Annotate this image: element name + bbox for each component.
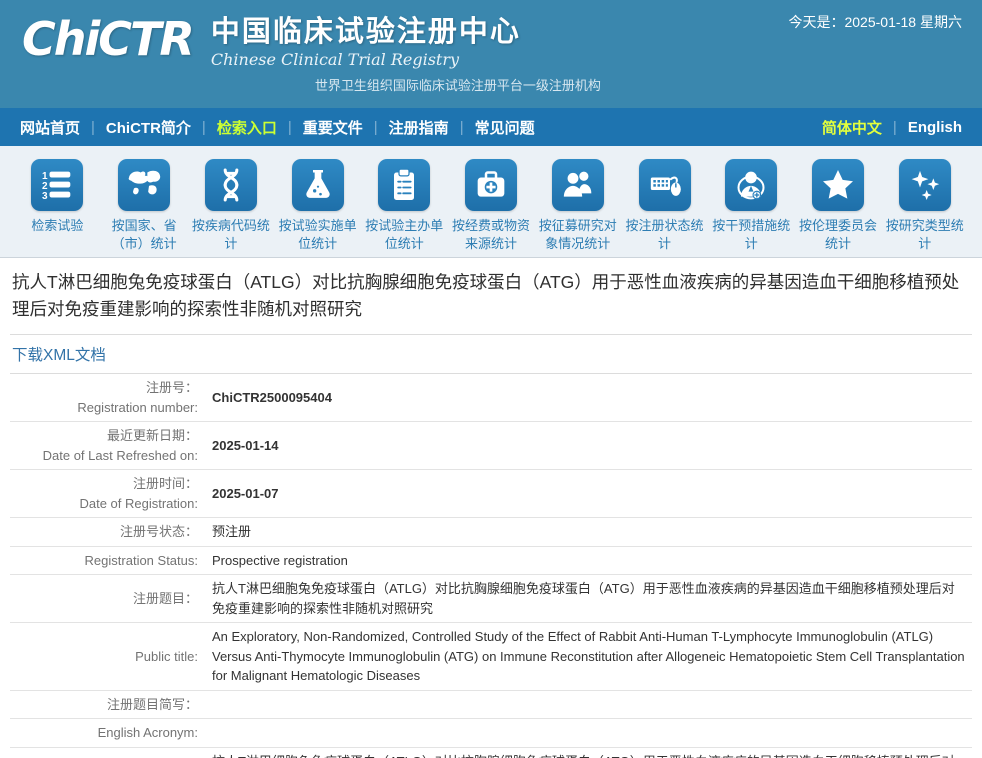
table-row: Registration Status: Prospective registra… — [10, 547, 972, 576]
row-value: 预注册 — [212, 522, 972, 542]
row-value: ChiCTR2500095404 — [212, 388, 972, 408]
quicklink-label: 按伦理委员会统计 — [795, 217, 882, 252]
keyboard-mouse-icon — [639, 159, 691, 211]
nav-separator: | — [288, 119, 292, 136]
medical-bag-icon — [465, 159, 517, 211]
row-value: 抗人T淋巴细胞兔免疫球蛋白（ATLG）对比抗胸腺细胞免疫球蛋白（ATG）用于恶性… — [212, 752, 972, 758]
table-row: 注册号：Registration number: ChiCTR2500095404 — [10, 374, 972, 422]
nav-item-2[interactable]: 检索入口 — [217, 117, 277, 138]
table-row: 注册号状态： 预注册 — [10, 518, 972, 547]
quicklink-6[interactable]: 按征募研究对象情况统计 — [534, 159, 621, 257]
nav-separator: | — [460, 119, 464, 136]
quicklink-label: 按征募研究对象情况统计 — [534, 217, 621, 252]
table-row: English Acronym: — [10, 719, 972, 748]
table-row: 注册题目： 抗人T淋巴细胞兔免疫球蛋白（ATLG）对比抗胸腺细胞免疫球蛋白（ATG… — [10, 575, 972, 623]
quicklink-label: 检索试验 — [14, 217, 101, 235]
quicklink-10[interactable]: 按研究类型统计 — [881, 159, 968, 257]
table-row: 注册时间：Date of Registration: 2025-01-07 — [10, 470, 972, 518]
list-numbered-icon: 123 — [31, 159, 83, 211]
row-value — [212, 695, 972, 714]
nav-separator: | — [893, 119, 897, 136]
row-label: Date of Last Refreshed on: — [10, 446, 198, 466]
quicklink-label: 按国家、省（市）统计 — [101, 217, 188, 252]
row-label: 注册号状态： — [10, 522, 198, 542]
clipboard-icon — [378, 159, 430, 211]
quicklink-label: 按干预措施统计 — [708, 217, 795, 252]
quicklink-label: 按注册状态统计 — [621, 217, 708, 252]
flask-icon — [292, 159, 344, 211]
quicklink-4[interactable]: 按试验主办单位统计 — [361, 159, 448, 257]
quicklink-1[interactable]: 按国家、省（市）统计 — [101, 159, 188, 257]
main-nav: 网站首页 | ChiCTR简介 | 检索入口 | 重要文件 | 注册指南 | 常见问题 简体中文 | E… — [0, 108, 982, 146]
quicklink-8[interactable]: 按干预措施统计 — [708, 159, 795, 257]
site-subtitle: 世界卫生组织国际临床试验注册平台一级注册机构 — [315, 75, 601, 94]
quicklink-label: 按疾病代码统计 — [187, 217, 274, 252]
quicklink-5[interactable]: 按经费或物资来源统计 — [448, 159, 535, 257]
row-label: 注册时间： — [10, 474, 198, 494]
lang-link-1[interactable]: English — [908, 119, 962, 136]
nav-separator: | — [91, 119, 95, 136]
nav-item-3[interactable]: 重要文件 — [303, 117, 363, 138]
row-label: Registration Status: — [10, 551, 198, 571]
language-switcher: 简体中文 | English — [822, 117, 962, 138]
nav-item-5[interactable]: 常见问题 — [475, 117, 535, 138]
quicklink-2[interactable]: 按疾病代码统计 — [187, 159, 274, 257]
site-header: ChiCTR 中国临床试验注册中心 Chinese Clinical Trial… — [0, 0, 982, 108]
quicklink-label: 按经费或物资来源统计 — [448, 217, 535, 252]
row-value: 2025-01-07 — [212, 484, 972, 504]
world-map-icon — [118, 159, 170, 211]
row-label: Public title: — [10, 647, 198, 667]
row-value: 抗人T淋巴细胞兔免疫球蛋白（ATLG）对比抗胸腺细胞免疫球蛋白（ATG）用于恶性… — [212, 579, 972, 618]
nav-item-1[interactable]: ChiCTR简介 — [106, 117, 191, 138]
quicklink-label: 按试验实施单位统计 — [274, 217, 361, 252]
nav-item-0[interactable]: 网站首页 — [20, 117, 80, 138]
site-title-cn: 中国临床试验注册中心 — [211, 16, 601, 49]
chictr-logo[interactable]: ChiCTR — [22, 16, 193, 62]
people-icon — [552, 159, 604, 211]
row-label: 最近更新日期： — [10, 426, 198, 446]
row-label: Date of Registration: — [10, 494, 198, 514]
row-label: Registration number: — [10, 398, 198, 418]
today-date: 今天是：2025-01-18 星期六 — [788, 12, 962, 32]
row-label: 注册号： — [10, 378, 198, 398]
quicklink-9[interactable]: 按伦理委员会统计 — [795, 159, 882, 257]
table-row: 最近更新日期：Date of Last Refreshed on: 2025-01… — [10, 422, 972, 470]
trial-title: 抗人T淋巴细胞兔免疫球蛋白（ATLG）对比抗胸腺细胞免疫球蛋白（ATG）用于恶性… — [10, 258, 972, 335]
row-label: 注册题目简写： — [10, 695, 198, 715]
row-value: 2025-01-14 — [212, 436, 972, 456]
dna-icon — [205, 159, 257, 211]
main-content: 抗人T淋巴细胞兔免疫球蛋白（ATLG）对比抗胸腺细胞免疫球蛋白（ATG）用于恶性… — [0, 258, 982, 758]
row-label: 注册题目： — [10, 589, 198, 609]
quicklinks-bar: 123 检索试验按国家、省（市）统计按疾病代码统计按试验实施单位统计按试验主办单位… — [0, 146, 982, 258]
xml-download-row: 下载XML文档 — [10, 335, 972, 374]
row-value — [212, 724, 972, 743]
site-title-block: 中国临床试验注册中心 Chinese Clinical Trial Regist… — [211, 16, 601, 94]
lang-link-0[interactable]: 简体中文 — [822, 117, 882, 138]
quicklink-3[interactable]: 按试验实施单位统计 — [274, 159, 361, 257]
nav-separator: | — [374, 119, 378, 136]
nav-separator: | — [202, 119, 206, 136]
table-row: Public title: An Exploratory, Non-Randomi… — [10, 623, 972, 691]
doctor-icon — [725, 159, 777, 211]
sparkles-icon — [899, 159, 951, 211]
row-label: English Acronym: — [10, 723, 198, 743]
trial-detail-table: 注册号：Registration number: ChiCTR2500095404… — [10, 374, 972, 758]
quicklink-7[interactable]: 按注册状态统计 — [621, 159, 708, 257]
svg-text:3: 3 — [42, 191, 48, 202]
table-row: 研究课题的正式科学名称：抗人T淋巴细胞兔免疫球蛋白（ATLG）对比抗胸腺细胞免疫… — [10, 748, 972, 758]
row-value: An Exploratory, Non-Randomized, Controll… — [212, 627, 972, 686]
table-row: 注册题目简写： — [10, 691, 972, 720]
site-title-en: Chinese Clinical Trial Registry — [211, 50, 601, 69]
quicklink-label: 按试验主办单位统计 — [361, 217, 448, 252]
row-value: Prospective registration — [212, 551, 972, 571]
nav-item-4[interactable]: 注册指南 — [389, 117, 449, 138]
download-xml-link[interactable]: 下载XML文档 — [12, 347, 106, 364]
quicklink-0[interactable]: 123 检索试验 — [14, 159, 101, 257]
quicklink-label: 按研究类型统计 — [881, 217, 968, 252]
star-icon — [812, 159, 864, 211]
